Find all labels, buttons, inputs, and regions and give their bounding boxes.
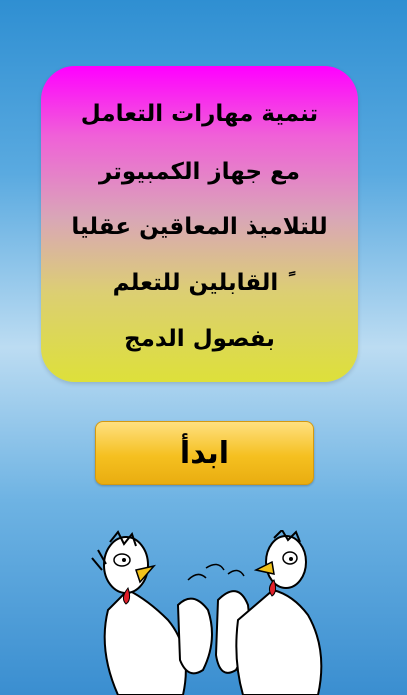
title-line-3: للتلاميذ المعاقين عقليا (71, 214, 328, 240)
title-line-2: مع جهاز الكمبيوتر (98, 159, 301, 185)
title-line-5: بفصول الدمج (124, 326, 275, 352)
start-button[interactable]: ابدأ (95, 421, 314, 485)
clapping-chickens-illustration (91, 530, 323, 695)
start-button-label: ابدأ (179, 435, 230, 471)
left-chicken-icon (91, 530, 187, 695)
right-chicken-icon (235, 530, 323, 695)
title-card: تنمية مهارات التعامل مع جهاز الكمبيوتر ل… (41, 66, 358, 382)
title-line-1: تنمية مهارات التعامل (80, 101, 319, 127)
title-line-4: ً القابلين للتعلم (112, 270, 287, 296)
